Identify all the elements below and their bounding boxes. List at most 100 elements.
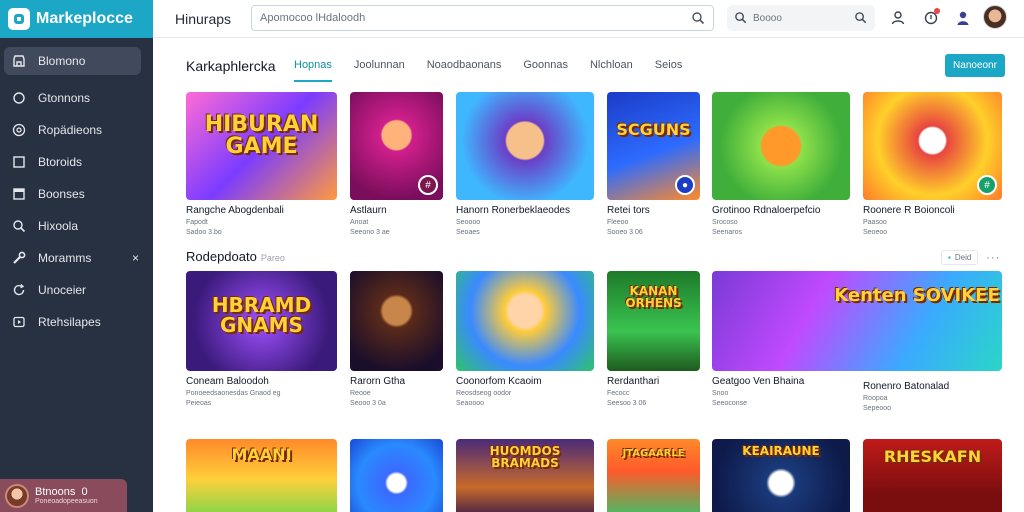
target-icon: [12, 123, 26, 137]
card-meta: Seenaros: [712, 229, 742, 236]
game-card[interactable]: Coonorfom Kcaoim Reosdseog oodor Seaoooo: [456, 271, 594, 407]
window-icon: [12, 187, 26, 201]
sidebar-item-5[interactable]: Hixoola: [4, 212, 141, 240]
card-title: Coonorfom Kcaoim: [456, 376, 542, 387]
card-meta: Seoaes: [456, 229, 480, 236]
card-title: Grotinoo Rdnaloerpefcio: [712, 205, 821, 216]
grid-icon: ▪: [948, 253, 951, 262]
profile-subtitle: Poneoadopeeasuon: [35, 498, 98, 505]
sidebar-item-label: Gtonnons: [38, 91, 91, 105]
game-card[interactable]: KEAIRAUNE: [712, 439, 850, 512]
sidebar-item-4[interactable]: Boonses: [4, 180, 141, 208]
game-card[interactable]: MAANI: [186, 439, 337, 512]
tab-3[interactable]: Goonnas: [523, 58, 568, 82]
thumbnail-art-text: SCGUNS: [616, 120, 691, 139]
game-card[interactable]: Rarorn Gtha Reooe Seooo 3 0a: [350, 271, 443, 407]
game-card[interactable]: SCGUNS ● Retei tors Fleeoo Sooeo 3 06: [607, 92, 700, 236]
thumbnail-art-text: JTAGAARLE: [622, 448, 685, 459]
game-card[interactable]: Grotinoo Rdnaloerpefcio Srocoso Seenaros: [712, 92, 850, 236]
game-card[interactable]: HIBURAN GAME Rangche Abogdenbali Fapodt …: [186, 92, 337, 236]
card-subtitle: Ponoeedsaonesdas Gnaod eg: [186, 390, 281, 397]
game-card[interactable]: RHESKAFN: [863, 439, 1002, 512]
user-icon[interactable]: [887, 7, 909, 29]
wrench-icon: [12, 251, 26, 265]
sidebar-item-0[interactable]: Blomono: [4, 47, 141, 75]
card-meta: Peieoas: [186, 400, 212, 407]
sidebar-item-label: Unoceier: [38, 283, 87, 297]
marketplace-logo-icon: [8, 8, 30, 30]
game-card[interactable]: [350, 439, 443, 512]
sidebar-item-label: Blomono: [38, 54, 86, 68]
game-card[interactable]: Ronenro Batonalad Roopoa Sepeooo: [863, 376, 1002, 412]
card-meta: Seoeoo: [863, 229, 888, 236]
user-profile[interactable]: Btnoons 0 Poneoadopeeasuon: [0, 479, 127, 512]
notification-dot: [934, 8, 940, 14]
card-subtitle: Reosdseog oodor: [456, 390, 512, 397]
search-input[interactable]: Apomocoo lHdaloodh: [251, 5, 714, 31]
sidebar-item-label: Boonses: [38, 187, 85, 201]
search-placeholder: Apomocoo lHdaloodh: [260, 12, 366, 24]
game-thumbnail: HUOMDOS BRAMADS: [456, 439, 594, 512]
tab-2[interactable]: Noaodbaonans: [427, 58, 502, 82]
section-controls: ▪ Deid ···: [941, 250, 1000, 265]
sidebar-item-1[interactable]: Gtonnons: [4, 84, 141, 112]
secondary-search-input[interactable]: Boooo: [727, 5, 875, 31]
sidebar-item-8[interactable]: Rtehsilapes: [4, 308, 141, 336]
card-meta: Seeono 3 ae: [350, 229, 390, 236]
tab-4[interactable]: Nlchloan: [590, 58, 633, 82]
platform-badge-icon: #: [977, 175, 997, 195]
sidebar-nav: Blomono Gtonnons Ropädieons Btoroids Boo…: [0, 38, 153, 336]
search-icon: [12, 219, 26, 233]
tab-0[interactable]: Hopnas: [294, 58, 332, 82]
game-card[interactable]: HBRAMD GNAMS Coneam Baloodoh Ponoeedsaon…: [186, 271, 337, 407]
tab-bar: Hopnas Joolunnan Noaodbaonans Goonnas Nl…: [294, 58, 704, 82]
sidebar-item-3[interactable]: Btoroids: [4, 148, 141, 176]
brand[interactable]: Markeplocce: [0, 0, 153, 38]
sidebar-item-7[interactable]: Unoceier: [4, 276, 141, 304]
search-icon[interactable]: [854, 11, 867, 27]
tab-1[interactable]: Joolunnan: [354, 58, 405, 82]
game-card[interactable]: # Astlaurn Anoat Seeono 3 ae: [350, 92, 443, 236]
thumbnail-art-text: HBRAMD GNAMS: [211, 293, 312, 337]
game-card[interactable]: KANAN ORHENS Rerdanthari Fecocc Seesoo 3…: [607, 271, 700, 407]
thumbnail-art-text: HIBURAN GAME: [204, 112, 319, 159]
game-card[interactable]: JTAGAARLE: [607, 439, 700, 512]
card-title: Coneam Baloodoh: [186, 376, 269, 387]
card-meta: Seesoo 3 06: [607, 400, 647, 407]
search-icon: [734, 11, 747, 27]
game-card[interactable]: Hanorn Ronerbeklaeodes Seoooo Seoaes: [456, 92, 594, 236]
game-thumbnail: RHESKAFN: [863, 439, 1002, 512]
marketplace-app: Markeplocce Blomono Gtonnons Ropädieons …: [0, 0, 1024, 512]
sidebar-item-label: Hixoola: [38, 219, 79, 233]
page-title: Hinuraps: [175, 11, 232, 27]
game-thumbnail: Kenten SOVIKEE: [712, 271, 1002, 371]
section-subtitle: Pareo: [260, 253, 285, 263]
close-icon[interactable]: ×: [132, 251, 139, 265]
game-thumbnail: MAANI: [186, 439, 337, 512]
search-icon[interactable]: [691, 11, 705, 28]
sidebar-item-2[interactable]: Ropädieons: [4, 116, 141, 144]
tab-5[interactable]: Seios: [655, 58, 683, 82]
store-icon: [12, 54, 26, 68]
more-options-icon[interactable]: ···: [986, 252, 1000, 264]
action-button[interactable]: Nanoeonr: [945, 54, 1005, 77]
card-meta: Seooo 3 0a: [350, 400, 386, 407]
game-thumbnail: [350, 271, 443, 371]
game-card[interactable]: # Roonere R Boioncoli Paasoo Seoeoo: [863, 92, 1002, 236]
notification-icon[interactable]: [920, 7, 942, 29]
view-toggle[interactable]: ▪ Deid: [941, 250, 979, 265]
section-title: Karkaphlercka: [186, 58, 276, 74]
card-subtitle: Fapodt: [186, 219, 208, 226]
game-card[interactable]: HUOMDOS BRAMADS: [456, 439, 594, 512]
card-subtitle: Srocoso: [712, 219, 738, 226]
card-title: Ronenro Batonalad: [863, 381, 950, 392]
sidebar-item-6[interactable]: Moramms ×: [4, 244, 141, 272]
card-title: Rerdanthari: [607, 376, 660, 387]
game-thumbnail: KEAIRAUNE: [712, 439, 850, 512]
sidebar: Markeplocce Blomono Gtonnons Ropädieons …: [0, 0, 153, 512]
avatar[interactable]: [983, 5, 1007, 29]
thumbnail-art-text: MAANI: [231, 445, 292, 464]
thumbnail-art-text: RHESKAFN: [883, 447, 982, 466]
account-icon[interactable]: [952, 7, 974, 29]
game-thumbnail: #: [863, 92, 1002, 200]
